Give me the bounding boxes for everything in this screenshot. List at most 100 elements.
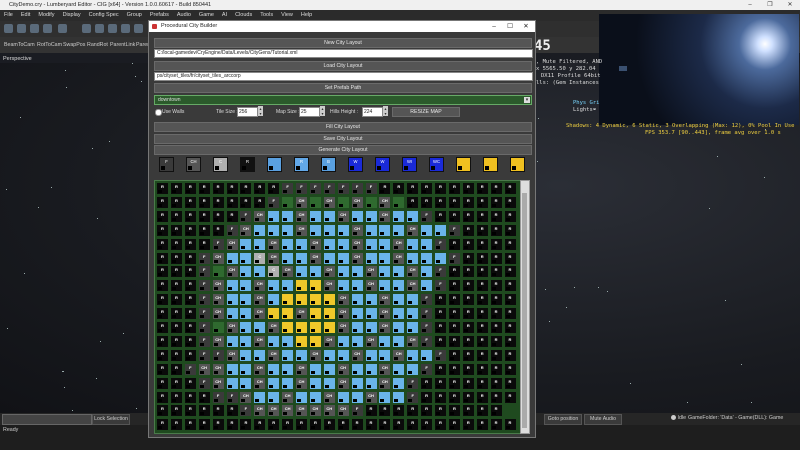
grid-cell[interactable]: CH bbox=[240, 391, 252, 403]
grid-cell[interactable] bbox=[268, 210, 280, 222]
grid-cell[interactable] bbox=[254, 238, 266, 250]
grid-cell[interactable]: R bbox=[476, 252, 488, 264]
grid-cell[interactable]: R bbox=[157, 308, 168, 320]
grid-cell[interactable]: CH bbox=[351, 252, 363, 264]
grid-cell[interactable] bbox=[323, 363, 335, 375]
grid-cell[interactable] bbox=[421, 238, 433, 250]
grid-cell[interactable]: R bbox=[448, 405, 460, 417]
grid-cell[interactable]: R bbox=[462, 322, 474, 333]
grid-cell[interactable] bbox=[365, 196, 377, 208]
grid-cell[interactable]: R bbox=[490, 294, 502, 306]
grid-cell[interactable] bbox=[282, 335, 294, 347]
grid-cell[interactable]: R bbox=[157, 294, 168, 306]
grid-cell[interactable]: CH bbox=[309, 252, 321, 264]
grid-cell[interactable]: R bbox=[421, 377, 433, 389]
grid-cell[interactable]: CH bbox=[296, 363, 307, 375]
grid-cell[interactable]: R bbox=[476, 294, 488, 306]
grid-cell[interactable]: CH bbox=[268, 349, 280, 361]
grid-cell[interactable]: R bbox=[448, 238, 460, 250]
grid-cell[interactable]: R bbox=[184, 349, 196, 361]
grid-cell[interactable]: R bbox=[462, 335, 474, 347]
grid-cell[interactable]: CH bbox=[365, 391, 377, 403]
grid-cell[interactable]: R bbox=[490, 405, 502, 417]
undo-icon[interactable] bbox=[82, 24, 91, 33]
grid-cell[interactable] bbox=[282, 308, 294, 320]
grid-cell[interactable]: R bbox=[240, 419, 252, 431]
grid-cell[interactable] bbox=[379, 238, 391, 250]
map-size-stepper[interactable]: ▴ ▾ bbox=[320, 106, 325, 116]
grid-cell[interactable]: R bbox=[476, 196, 488, 208]
palette-tile[interactable] bbox=[267, 157, 282, 172]
grid-cell[interactable]: R bbox=[157, 280, 168, 292]
grid-cell[interactable]: R bbox=[421, 391, 433, 403]
grid-cell[interactable] bbox=[296, 266, 307, 278]
grid-cell[interactable]: R bbox=[490, 238, 502, 250]
grid-cell[interactable] bbox=[323, 210, 335, 222]
city-layout-grid[interactable]: R R R R R R R R R F F F F F F F R R R R R R R R R R R R R R R R R R F CH CH C… bbox=[154, 180, 522, 434]
grid-cell[interactable]: R bbox=[170, 224, 182, 236]
grid-cell[interactable]: CH bbox=[254, 210, 266, 222]
grid-cell[interactable]: CH bbox=[365, 266, 377, 278]
grid-cell[interactable]: CH bbox=[337, 210, 349, 222]
grid-cell[interactable]: F bbox=[448, 252, 460, 264]
grid-cell[interactable]: R bbox=[476, 349, 488, 361]
grid-cell[interactable]: F bbox=[296, 183, 307, 194]
chevron-down-icon[interactable]: ▾ bbox=[524, 97, 530, 103]
grid-cell[interactable]: R bbox=[476, 377, 488, 389]
grid-cell[interactable] bbox=[309, 294, 321, 306]
palette-tile[interactable]: B bbox=[321, 157, 336, 172]
grid-cell[interactable] bbox=[282, 322, 294, 333]
palette-tile[interactable] bbox=[510, 157, 525, 172]
grid-cell[interactable]: R bbox=[184, 238, 196, 250]
rotate-icon[interactable] bbox=[30, 24, 39, 33]
grid-cell[interactable] bbox=[365, 224, 377, 236]
grid-cell[interactable] bbox=[282, 363, 294, 375]
menu-item-modify[interactable]: Modify bbox=[34, 10, 58, 21]
grid-cell[interactable] bbox=[282, 210, 294, 222]
grid-cell[interactable]: R bbox=[170, 363, 182, 375]
palette-tile[interactable]: WI bbox=[402, 157, 417, 172]
grid-cell[interactable]: F bbox=[435, 266, 446, 278]
grid-cell[interactable] bbox=[296, 294, 307, 306]
grid-cell[interactable]: R bbox=[490, 391, 502, 403]
grid-cell[interactable] bbox=[337, 196, 349, 208]
grid-cell[interactable]: R bbox=[476, 363, 488, 375]
grid-cell[interactable] bbox=[365, 322, 377, 333]
grid-cell[interactable]: CH bbox=[337, 405, 349, 417]
grid-cell[interactable]: F bbox=[365, 183, 377, 194]
grid-cell[interactable]: F bbox=[435, 349, 446, 361]
grid-cell[interactable] bbox=[351, 210, 363, 222]
grid-cell[interactable]: R bbox=[476, 391, 488, 403]
grid-cell[interactable]: CH bbox=[351, 238, 363, 250]
grid-cell[interactable]: R bbox=[157, 419, 168, 431]
grid-cell[interactable]: F bbox=[198, 349, 210, 361]
grid-cell[interactable]: R bbox=[198, 196, 210, 208]
grid-cell[interactable]: R bbox=[170, 266, 182, 278]
grid-cell[interactable]: R bbox=[448, 183, 460, 194]
grid-cell[interactable]: R bbox=[184, 252, 196, 264]
scrollbar-thumb[interactable] bbox=[522, 193, 527, 428]
grid-cell[interactable]: CH bbox=[296, 308, 307, 320]
grid-cell[interactable]: R bbox=[170, 377, 182, 389]
terrain-icon[interactable] bbox=[134, 24, 143, 33]
grid-cell[interactable]: R bbox=[504, 196, 516, 208]
grid-vertical-scrollbar[interactable] bbox=[520, 180, 530, 434]
grid-cell[interactable]: R bbox=[198, 405, 210, 417]
grid-cell[interactable] bbox=[323, 252, 335, 264]
grid-cell[interactable]: R bbox=[504, 322, 516, 333]
menu-item-group[interactable]: Group bbox=[123, 10, 146, 21]
grid-cell[interactable] bbox=[323, 294, 335, 306]
grid-cell[interactable]: R bbox=[393, 405, 405, 417]
grid-cell[interactable]: R bbox=[184, 377, 196, 389]
grid-cell[interactable]: R bbox=[365, 405, 377, 417]
grid-cell[interactable] bbox=[379, 266, 391, 278]
grid-cell[interactable] bbox=[393, 210, 405, 222]
grid-cell[interactable]: CH bbox=[379, 294, 391, 306]
grid-cell[interactable] bbox=[407, 238, 419, 250]
grid-cell[interactable]: R bbox=[476, 280, 488, 292]
grid-cell[interactable]: CH bbox=[296, 405, 307, 417]
camera-preview-window[interactable] bbox=[599, 14, 799, 125]
grid-cell[interactable] bbox=[282, 252, 294, 264]
grid-cell[interactable]: R bbox=[212, 419, 224, 431]
grid-cell[interactable]: CH bbox=[268, 405, 280, 417]
